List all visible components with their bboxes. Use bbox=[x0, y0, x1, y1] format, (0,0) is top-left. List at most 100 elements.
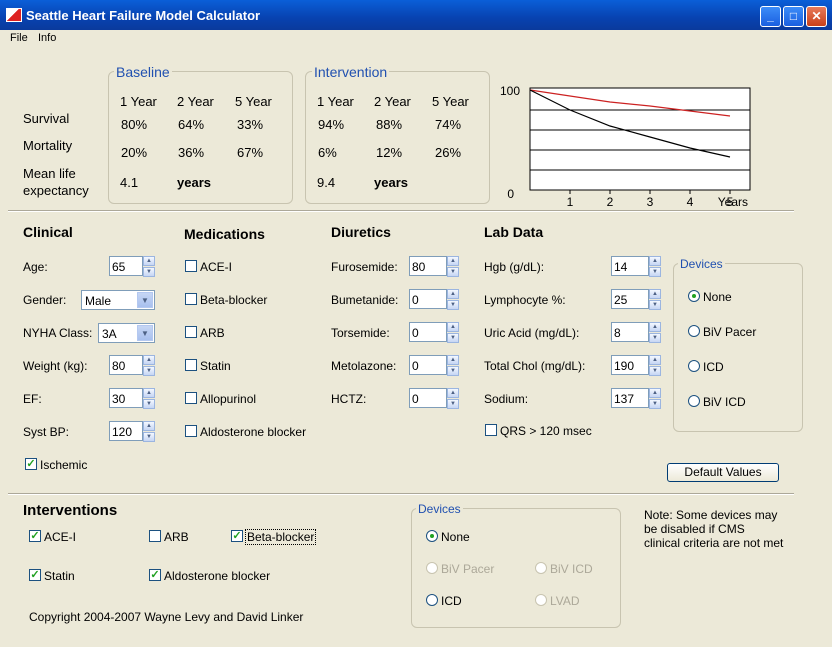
weight-down-arrow-icon[interactable]: ▼ bbox=[143, 366, 155, 376]
uric-acid-down-arrow-icon[interactable]: ▼ bbox=[649, 333, 661, 343]
metolazone-input[interactable]: 0 bbox=[409, 355, 447, 375]
nyha-select[interactable]: 3A ▼ bbox=[98, 323, 155, 343]
title-bar: Seattle Heart Failure Model Calculator _… bbox=[0, 0, 832, 30]
app-window: Seattle Heart Failure Model Calculator _… bbox=[0, 0, 832, 647]
ef-up-arrow-icon[interactable]: ▲ bbox=[143, 388, 155, 398]
lymphocyte-down-arrow-icon[interactable]: ▼ bbox=[649, 300, 661, 310]
med-statin-checkbox[interactable] bbox=[185, 359, 197, 371]
med-beta-blocker-label: Beta-blocker bbox=[200, 293, 268, 307]
top-separator bbox=[8, 210, 794, 212]
maximize-button[interactable]: □ bbox=[783, 6, 804, 27]
hctz-input[interactable]: 0 bbox=[409, 388, 447, 408]
intervention-header-5: 5 Year bbox=[432, 94, 469, 109]
bumetanide-input[interactable]: 0 bbox=[409, 289, 447, 309]
row-mle-label-1: Mean life bbox=[23, 166, 76, 181]
weight-up-arrow-icon[interactable]: ▲ bbox=[143, 355, 155, 365]
row-survival-label: Survival bbox=[23, 111, 70, 126]
ef-down-arrow-icon[interactable]: ▼ bbox=[143, 399, 155, 409]
bottom-separator bbox=[8, 493, 794, 495]
copyright-text: Copyright 2004-2007 Wayne Levy and David… bbox=[29, 610, 304, 624]
age-down-arrow-icon[interactable]: ▼ bbox=[143, 267, 155, 277]
torsemide-label: Torsemide: bbox=[331, 326, 390, 340]
bumetanide-down-arrow-icon[interactable]: ▼ bbox=[447, 300, 459, 310]
bumetanide-label: Bumetanide: bbox=[331, 293, 399, 307]
chart-x-tick-label: 2 bbox=[607, 195, 614, 208]
int-beta-blocker-label: Beta-blocker bbox=[245, 529, 317, 545]
sodium-down-arrow-icon[interactable]: ▼ bbox=[649, 399, 661, 409]
torsemide-down-arrow-icon[interactable]: ▼ bbox=[447, 333, 459, 343]
furosemide-up-arrow-icon[interactable]: ▲ bbox=[447, 256, 459, 266]
device-biv-pacer-radio[interactable] bbox=[688, 325, 700, 337]
intervention-mortality-1: 6% bbox=[318, 145, 337, 160]
furosemide-down-arrow-icon[interactable]: ▼ bbox=[447, 267, 459, 277]
torsemide-up-arrow-icon[interactable]: ▲ bbox=[447, 322, 459, 332]
intervention-survival-5: 74% bbox=[435, 117, 462, 132]
baseline-header-2: 2 Year bbox=[177, 94, 214, 109]
gender-label: Gender: bbox=[23, 293, 67, 307]
int-arb-checkbox[interactable] bbox=[149, 530, 161, 542]
int-aldosterone-label: Aldosterone blocker bbox=[164, 569, 271, 583]
furosemide-input[interactable]: 80 bbox=[409, 256, 447, 276]
default-values-button[interactable]: Default Values bbox=[667, 463, 779, 482]
uric-acid-up-arrow-icon[interactable]: ▲ bbox=[649, 322, 661, 332]
qrs-checkbox[interactable] bbox=[485, 424, 497, 436]
close-button[interactable]: ✕ bbox=[806, 6, 827, 27]
chevron-down-icon[interactable]: ▼ bbox=[137, 325, 153, 341]
chevron-down-icon[interactable]: ▼ bbox=[137, 292, 153, 308]
baseline-survival-2: 64% bbox=[178, 117, 205, 132]
lymphocyte-input[interactable]: 25 bbox=[611, 289, 649, 309]
device-biv-icd-radio[interactable] bbox=[688, 395, 700, 407]
menu-info[interactable]: Info bbox=[38, 32, 56, 44]
med-ace-i-checkbox[interactable] bbox=[185, 260, 197, 272]
total-chol-up-arrow-icon[interactable]: ▲ bbox=[649, 355, 661, 365]
sodium-up-arrow-icon[interactable]: ▲ bbox=[649, 388, 661, 398]
uric-acid-input[interactable]: 8 bbox=[611, 322, 649, 342]
hgb-input[interactable]: 14 bbox=[611, 256, 649, 276]
hgb-up-arrow-icon[interactable]: ▲ bbox=[649, 256, 661, 266]
sbp-down-arrow-icon[interactable]: ▼ bbox=[143, 432, 155, 442]
hgb-down-arrow-icon[interactable]: ▼ bbox=[649, 267, 661, 277]
ischemic-checkbox[interactable]: ✓ bbox=[25, 458, 37, 470]
sbp-input[interactable]: 120 bbox=[109, 421, 143, 441]
int-device-none-radio[interactable] bbox=[426, 530, 438, 542]
device-none-radio[interactable] bbox=[688, 290, 700, 302]
row-mle-label-2: expectancy bbox=[23, 183, 89, 198]
int-device-icd-radio[interactable] bbox=[426, 594, 438, 606]
furosemide-label: Furosemide: bbox=[331, 260, 398, 274]
lymphocyte-up-arrow-icon[interactable]: ▲ bbox=[649, 289, 661, 299]
age-up-arrow-icon[interactable]: ▲ bbox=[143, 256, 155, 266]
ef-input[interactable]: 30 bbox=[109, 388, 143, 408]
ef-label: EF: bbox=[23, 392, 42, 406]
intervention-mle-unit: years bbox=[374, 175, 408, 190]
metolazone-up-arrow-icon[interactable]: ▲ bbox=[447, 355, 459, 365]
age-input[interactable]: 65 bbox=[109, 256, 143, 276]
int-beta-blocker-checkbox[interactable]: ✓ bbox=[231, 530, 243, 542]
window-title: Seattle Heart Failure Model Calculator bbox=[26, 8, 261, 23]
total-chol-input[interactable]: 190 bbox=[611, 355, 649, 375]
device-icd-radio[interactable] bbox=[688, 360, 700, 372]
int-ace-i-checkbox[interactable]: ✓ bbox=[29, 530, 41, 542]
device-icd-label: ICD bbox=[703, 360, 724, 374]
minimize-button[interactable]: _ bbox=[760, 6, 781, 27]
hctz-down-arrow-icon[interactable]: ▼ bbox=[447, 399, 459, 409]
med-arb-checkbox[interactable] bbox=[185, 326, 197, 338]
hctz-up-arrow-icon[interactable]: ▲ bbox=[447, 388, 459, 398]
weight-input[interactable]: 80 bbox=[109, 355, 143, 375]
total-chol-label: Total Chol (mg/dL): bbox=[484, 359, 586, 373]
bumetanide-up-arrow-icon[interactable]: ▲ bbox=[447, 289, 459, 299]
nyha-value: 3A bbox=[102, 327, 117, 341]
int-statin-checkbox[interactable]: ✓ bbox=[29, 569, 41, 581]
torsemide-input[interactable]: 0 bbox=[409, 322, 447, 342]
chart-x-tick-label: 4 bbox=[687, 195, 694, 208]
metolazone-down-arrow-icon[interactable]: ▼ bbox=[447, 366, 459, 376]
med-beta-blocker-checkbox[interactable] bbox=[185, 293, 197, 305]
menu-file[interactable]: File bbox=[10, 32, 28, 44]
sodium-input[interactable]: 137 bbox=[611, 388, 649, 408]
int-device-biv-pacer-label: BiV Pacer bbox=[441, 562, 495, 576]
gender-select[interactable]: Male ▼ bbox=[81, 290, 155, 310]
total-chol-down-arrow-icon[interactable]: ▼ bbox=[649, 366, 661, 376]
med-aldosterone-checkbox[interactable] bbox=[185, 425, 197, 437]
int-aldosterone-checkbox[interactable]: ✓ bbox=[149, 569, 161, 581]
med-allopurinol-checkbox[interactable] bbox=[185, 392, 197, 404]
sbp-up-arrow-icon[interactable]: ▲ bbox=[143, 421, 155, 431]
